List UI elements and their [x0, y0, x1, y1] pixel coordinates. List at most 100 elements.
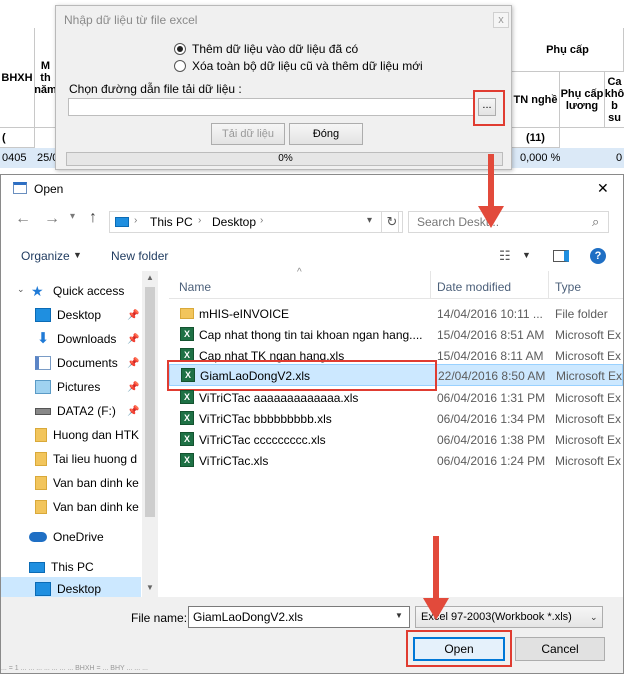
sidebar-downloads[interactable]: ⬇ Downloads 📌: [1, 327, 141, 351]
sidebar-scrollbar[interactable]: ▲ ▼: [142, 271, 158, 597]
open-file-dialog: Open ✕ ← → ▾ ↑ › This PC › Desktop › ▾ ↻…: [0, 174, 624, 674]
sidebar-documents[interactable]: Documents 📌: [1, 351, 141, 375]
chevron-down-icon: ⌄: [590, 612, 598, 622]
close-dialog-button[interactable]: Đóng: [289, 123, 363, 145]
option-append-label: Thêm dữ liệu vào dữ liệu đã có: [192, 42, 359, 56]
bottom-panel: File name: ▼ Excel 97-2003(Workbook *.xl…: [1, 597, 623, 673]
file-name: ViTriCTac.xls: [199, 454, 269, 468]
sidebar-desktop[interactable]: Desktop 📌: [1, 303, 141, 327]
preview-pane-icon[interactable]: [553, 250, 569, 262]
view-options-icon[interactable]: ☷: [499, 248, 511, 264]
file-type: File folder: [555, 307, 608, 321]
scroll-up-icon[interactable]: ▲: [146, 273, 154, 282]
file-row[interactable]: mHIS-eINVOICE 14/04/2016 10:11 ... File …: [169, 303, 623, 324]
pin-icon: 📌: [127, 309, 140, 321]
breadcrumb-this-pc[interactable]: This PC: [150, 215, 193, 229]
back-icon[interactable]: ←: [15, 210, 31, 228]
file-name-dropdown-icon[interactable]: ▼: [395, 611, 403, 620]
onedrive-icon: [29, 532, 47, 542]
sort-indicator-icon: ^: [297, 267, 302, 278]
pin-icon: 📌: [127, 357, 140, 369]
header-phu-cap: Phụ cấp: [512, 28, 624, 72]
folder-icon: [35, 428, 47, 442]
sidebar-pictures[interactable]: Pictures 📌: [1, 375, 141, 399]
desktop-icon: [35, 308, 51, 322]
sidebar-this-pc[interactable]: This PC: [1, 555, 141, 579]
recent-chevron-icon[interactable]: ▾: [70, 211, 75, 222]
view-dropdown-icon[interactable]: ▼: [522, 250, 531, 260]
help-icon[interactable]: ?: [590, 248, 606, 264]
refresh-icon[interactable]: ↻: [381, 211, 403, 233]
header-ca: Ca khô b su: [605, 72, 624, 128]
file-row[interactable]: X ViTriCTac.xls 06/04/2016 1:24 PM Micro…: [169, 450, 623, 471]
file-name: ViTriCTac aaaaaaaaaaaaa.xls: [199, 391, 359, 405]
file-name: mHIS-eINVOICE: [199, 307, 290, 321]
open-dialog-title: Open: [34, 182, 64, 196]
organize-dropdown-icon: ▼: [73, 250, 82, 260]
sidebar-desktop-selected[interactable]: Desktop: [1, 577, 141, 597]
sidebar-label: Huong dan HTK: [53, 428, 140, 442]
import-close-button[interactable]: x: [493, 12, 509, 28]
file-date: 22/04/2016 8:50 AM: [438, 369, 546, 383]
sidebar-folder[interactable]: Tai lieu huong d: [1, 447, 141, 471]
folder-icon: [35, 476, 47, 490]
new-folder-button[interactable]: New folder: [111, 249, 168, 263]
up-icon[interactable]: ↑: [89, 209, 97, 227]
file-name-input[interactable]: [188, 606, 410, 628]
address-bar[interactable]: › This PC › Desktop › ▾: [109, 211, 399, 233]
file-row[interactable]: X ViTriCTac aaaaaaaaaaaaa.xls 06/04/2016…: [169, 387, 623, 408]
address-dropdown-icon[interactable]: ▾: [367, 215, 372, 226]
header-phu-cap-luong: Phụ cấp lương: [560, 72, 605, 128]
expand-chevron-icon[interactable]: ⌄: [17, 284, 25, 295]
file-row[interactable]: X Cap nhat thong tin tai khoan ngan hang…: [169, 324, 623, 345]
breadcrumb-desktop[interactable]: Desktop: [212, 215, 256, 229]
open-close-icon[interactable]: ✕: [597, 180, 609, 197]
file-date: 06/04/2016 1:24 PM: [437, 454, 546, 468]
sidebar-folder[interactable]: Huong dan HTK: [1, 423, 141, 447]
import-excel-dialog: Nhập dữ liệu từ file excel x Thêm dữ liệ…: [55, 5, 512, 170]
scroll-down-icon[interactable]: ▼: [146, 583, 154, 592]
header-m: M th năm: [34, 28, 57, 128]
search-box[interactable]: Search Deskt... ⌕: [408, 211, 609, 233]
column-date-modified[interactable]: Date modified: [437, 280, 511, 294]
sidebar-label: This PC: [51, 560, 94, 574]
sidebar-label: Pictures: [57, 380, 101, 394]
sidebar-folder[interactable]: Van ban dinh ke: [1, 471, 141, 495]
file-path-input[interactable]: [68, 98, 474, 116]
open-button-highlight: [406, 630, 512, 667]
load-data-button[interactable]: Tải dữ liệu: [211, 123, 285, 145]
forward-icon[interactable]: →: [44, 210, 60, 228]
radio-replace-data[interactable]: [174, 60, 186, 72]
navigation-pane: ⌄ ★ Quick access Desktop 📌 ⬇ Downloads 📌…: [1, 271, 159, 597]
arrow-shaft-bottom: [433, 536, 439, 600]
sidebar-drive[interactable]: DATA2 (F:) 📌: [1, 399, 141, 423]
file-row[interactable]: X ViTriCTac ccccccccc.xls 06/04/2016 1:3…: [169, 429, 623, 450]
column-name[interactable]: Name: [179, 280, 211, 294]
sidebar-onedrive[interactable]: OneDrive: [1, 525, 141, 549]
index-cell: (: [0, 128, 35, 148]
column-type[interactable]: Type: [555, 280, 581, 294]
file-date: 15/04/2016 8:11 AM: [437, 349, 544, 363]
sidebar-folder[interactable]: Van ban dinh ke: [1, 495, 141, 519]
cancel-button[interactable]: Cancel: [515, 637, 605, 661]
index-cell-11: (11): [512, 128, 560, 148]
header-b-text: b: [611, 99, 618, 112]
data-cell-last: 0: [616, 152, 623, 164]
arrow-down-icon: [478, 206, 504, 228]
organize-button[interactable]: Organize: [21, 249, 70, 263]
arrow-down-icon: [423, 598, 449, 620]
sidebar-label: Desktop: [57, 582, 102, 596]
file-name: Cap nhat thong tin tai khoan ngan hang..…: [199, 328, 423, 342]
sidebar-label: OneDrive: [53, 530, 104, 544]
file-row[interactable]: X ViTriCTac bbbbbbbbb.xls 06/04/2016 1:3…: [169, 408, 623, 429]
drive-icon: [35, 407, 51, 415]
import-dialog-title: Nhập dữ liệu từ file excel: [64, 13, 198, 27]
scroll-thumb[interactable]: [145, 287, 155, 517]
file-type: Microsoft Ex: [556, 369, 623, 383]
sidebar-label: Tai lieu huong d: [53, 452, 138, 466]
header-th-text: th: [40, 71, 51, 84]
radio-append-data[interactable]: [174, 43, 186, 55]
sidebar-label: Desktop: [57, 308, 102, 322]
column-divider: [548, 271, 549, 299]
sidebar-quick-access[interactable]: ⌄ ★ Quick access: [1, 279, 141, 303]
